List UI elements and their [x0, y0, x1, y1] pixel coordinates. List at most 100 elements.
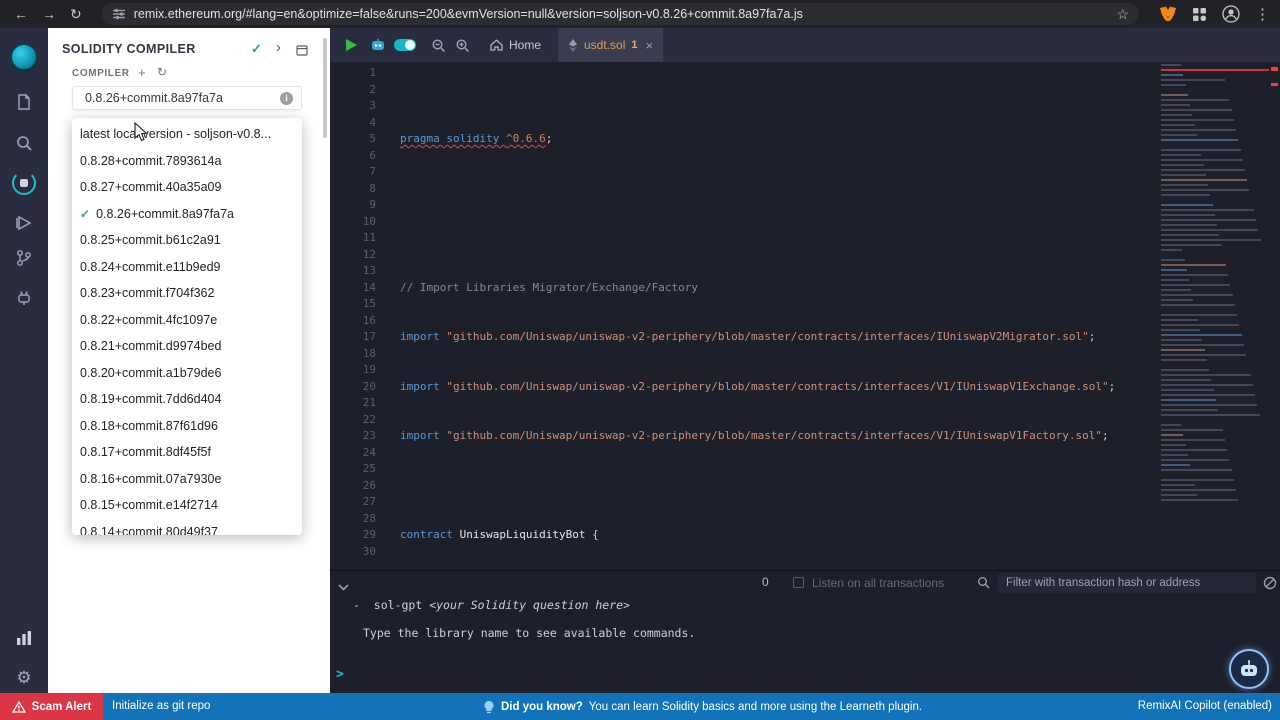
code-line[interactable]: import "github.com/Uniswap/uniswap-v2-pe…: [400, 329, 1115, 346]
code-line[interactable]: [400, 82, 1115, 99]
back-icon[interactable]: ←: [14, 7, 28, 21]
code-line[interactable]: [400, 395, 1115, 412]
minimap[interactable]: [1157, 64, 1269, 516]
transaction-filter-input[interactable]: [998, 573, 1256, 593]
git-init-button[interactable]: Initialize as git repo: [112, 700, 210, 712]
code-editor[interactable]: 1 2 3 4 5 6 7 8 9 10 11 12 13 14 15 16 17 18 19 20 21 22 23 24 2…: [330, 62, 1280, 570]
version-option[interactable]: 0.8.24+commit.e11b9ed9: [72, 254, 302, 281]
code-line[interactable]: [400, 98, 1115, 115]
chevron-right-icon[interactable]: ›: [276, 39, 281, 56]
error-marker: [1271, 83, 1278, 86]
version-option[interactable]: 0.8.14+commit.80d49f37: [72, 519, 302, 535]
plugin-manager-icon[interactable]: [0, 283, 48, 313]
solidity-compiler-icon[interactable]: [0, 168, 48, 198]
code-line[interactable]: import "github.com/Uniswap/uniswap-v2-pe…: [400, 428, 1115, 445]
tab-home[interactable]: Home: [480, 28, 551, 62]
deploy-run-icon[interactable]: [0, 208, 48, 238]
code-line[interactable]: [400, 511, 1115, 528]
terminal-prompt[interactable]: >: [336, 667, 344, 682]
version-option[interactable]: 0.8.27+commit.40a35a09: [72, 174, 302, 201]
version-option[interactable]: 0.8.19+commit.7dd6d404: [72, 386, 302, 413]
code-line[interactable]: [400, 230, 1115, 247]
version-option[interactable]: 0.8.18+commit.87f61d96: [72, 413, 302, 440]
remix-logo-icon[interactable]: [0, 42, 48, 72]
forward-icon[interactable]: →: [42, 7, 56, 21]
dropdown-scrollbar[interactable]: [323, 38, 327, 138]
code-line[interactable]: [400, 544, 1115, 561]
devtools-icon[interactable]: [0, 623, 48, 653]
code-line[interactable]: [400, 181, 1115, 198]
code-line[interactable]: [400, 362, 1115, 379]
version-option[interactable]: 0.8.22+commit.4fc1097e: [72, 307, 302, 334]
info-icon[interactable]: i: [280, 91, 293, 105]
version-option[interactable]: 0.8.28+commit.7893614a: [72, 148, 302, 175]
version-option[interactable]: 0.8.25+commit.b61c2a91: [72, 227, 302, 254]
code-line[interactable]: contract UniswapLiquidityBot {: [400, 527, 1115, 544]
run-script-icon[interactable]: [344, 28, 358, 62]
add-compiler-icon[interactable]: +: [138, 65, 146, 80]
listen-all-checkbox[interactable]: [793, 577, 804, 588]
pin-window-icon[interactable]: [296, 43, 308, 61]
terminal-entry: - sol-gpt <your Solidity question here>: [353, 598, 630, 612]
version-option[interactable]: 0.8.21+commit.d9974bed: [72, 333, 302, 360]
listen-all-label[interactable]: Listen on all transactions: [812, 576, 944, 590]
code-line[interactable]: // Import Libraries Migrator/Exchange/Fa…: [400, 280, 1115, 297]
version-option[interactable]: 0.8.17+commit.8df45f5f: [72, 439, 302, 466]
remix-ai-icon[interactable]: [370, 28, 386, 62]
line-number: 26: [362, 478, 376, 492]
tab-usdt-sol[interactable]: usdt.sol 1 ×: [558, 28, 664, 62]
browser-menu-icon[interactable]: ⋮: [1255, 7, 1270, 22]
version-option[interactable]: ✓ 0.8.26+commit.8a97fa7a: [72, 201, 302, 228]
close-tab-icon[interactable]: ×: [645, 38, 653, 53]
version-option[interactable]: 0.8.23+commit.f704f362: [72, 280, 302, 307]
site-settings-icon[interactable]: [112, 7, 126, 21]
code-line[interactable]: [400, 148, 1115, 165]
overview-ruler[interactable]: [1269, 62, 1280, 570]
collapse-terminal-icon[interactable]: [338, 578, 349, 596]
code-line[interactable]: [400, 115, 1115, 132]
url-text[interactable]: remix.ethereum.org/#lang=en&optimize=fal…: [134, 7, 1109, 21]
version-option[interactable]: latest local version - soljson-v0.8...: [72, 121, 302, 148]
version-select[interactable]: 0.8.26+commit.8a97fa7a i: [72, 86, 302, 110]
search-icon[interactable]: [0, 128, 48, 158]
code-line[interactable]: [400, 412, 1115, 429]
did-you-know-tip[interactable]: Did you know? You can learn Solidity bas…: [483, 693, 922, 720]
code-line[interactable]: [400, 214, 1115, 231]
code-line[interactable]: [400, 65, 1115, 82]
code-line[interactable]: [400, 296, 1115, 313]
code-line[interactable]: [400, 247, 1115, 264]
remix-ai-assistant-button[interactable]: [1229, 649, 1269, 689]
terminal-search-icon[interactable]: [977, 576, 990, 594]
version-option[interactable]: 0.8.20+commit.a1b79de6: [72, 360, 302, 387]
reload-icon[interactable]: ↻: [70, 7, 82, 21]
code-line[interactable]: [400, 197, 1115, 214]
code-line[interactable]: [400, 313, 1115, 330]
metamask-icon[interactable]: [1159, 6, 1177, 23]
git-icon[interactable]: [0, 243, 48, 273]
scam-alert-button[interactable]: Scam Alert: [0, 693, 103, 720]
code-line[interactable]: [400, 263, 1115, 280]
settings-gear-icon[interactable]: ⚙: [0, 663, 48, 693]
line-number: 25: [362, 462, 376, 475]
zoom-in-icon[interactable]: [455, 28, 470, 62]
profile-icon[interactable]: [1222, 5, 1240, 23]
code-line[interactable]: [400, 461, 1115, 478]
code-line[interactable]: [400, 494, 1115, 511]
version-option[interactable]: 0.8.16+commit.07a7930e: [72, 466, 302, 493]
zoom-out-icon[interactable]: [431, 28, 446, 62]
code-line[interactable]: [400, 445, 1115, 462]
reload-compiler-icon[interactable]: ↻: [157, 65, 167, 79]
copilot-status-label[interactable]: RemixAI Copilot (enabled): [1138, 700, 1272, 712]
code-line[interactable]: pragma solidity ^0.6.6;: [400, 131, 1115, 148]
bookmark-star-icon[interactable]: ☆: [1116, 7, 1129, 21]
url-bar[interactable]: remix.ethereum.org/#lang=en&optimize=fal…: [101, 3, 1139, 25]
version-option[interactable]: 0.8.15+commit.e14f2714: [72, 492, 302, 519]
code-line[interactable]: [400, 478, 1115, 495]
file-explorer-icon[interactable]: [0, 87, 48, 117]
extensions-icon[interactable]: [1192, 7, 1207, 22]
code-line[interactable]: [400, 164, 1115, 181]
clear-console-icon[interactable]: [1263, 576, 1277, 595]
code-line[interactable]: [400, 346, 1115, 363]
code-line[interactable]: import "github.com/Uniswap/uniswap-v2-pe…: [400, 379, 1115, 396]
copilot-toggle[interactable]: [394, 28, 416, 62]
